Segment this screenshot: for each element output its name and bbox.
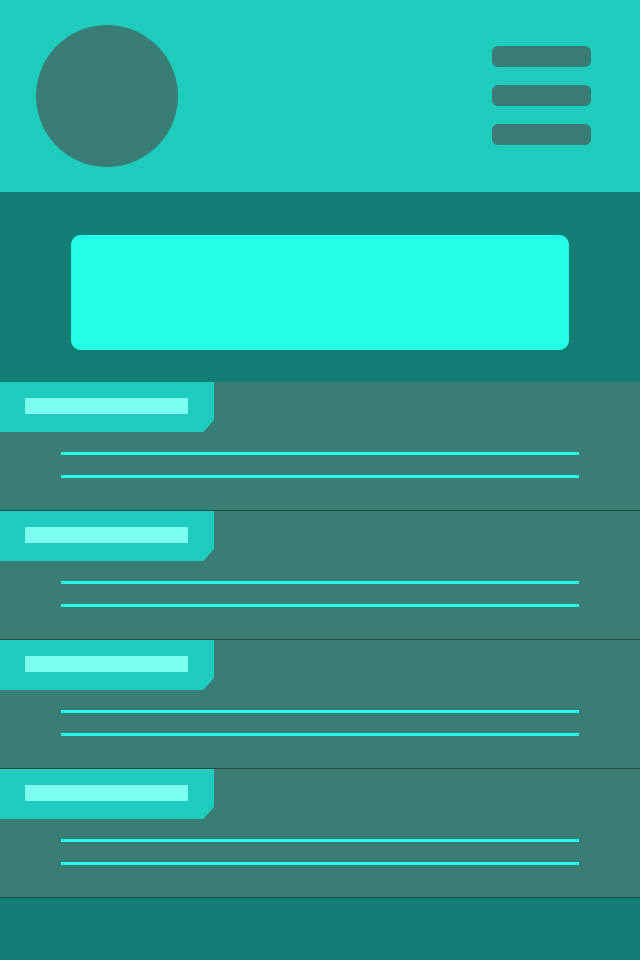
- menu-button[interactable]: [480, 34, 604, 158]
- list-item-title-placeholder: [25, 656, 188, 672]
- footer-bar: [0, 898, 640, 960]
- list-item-title-placeholder: [25, 527, 188, 543]
- app-header: [0, 0, 640, 192]
- list-item-text-line: [61, 839, 579, 842]
- list-item-tab: [0, 769, 214, 819]
- list-item[interactable]: [0, 382, 640, 511]
- list-item-text-line: [61, 710, 579, 713]
- avatar[interactable]: [36, 25, 178, 167]
- list-item-text-line: [61, 733, 579, 736]
- list-item-text-line: [61, 581, 579, 584]
- menu-bar-middle: [492, 85, 591, 106]
- menu-bar-bottom: [492, 124, 591, 145]
- list-item-tab: [0, 640, 214, 690]
- list-item-text-line: [61, 862, 579, 865]
- banner-card[interactable]: [71, 235, 569, 350]
- list-item[interactable]: [0, 511, 640, 640]
- list-item-tab: [0, 382, 214, 432]
- list-item-text-line: [61, 604, 579, 607]
- list-item-title-placeholder: [25, 398, 188, 414]
- banner-section: [0, 192, 640, 382]
- list-item-title-placeholder: [25, 785, 188, 801]
- list-item[interactable]: [0, 769, 640, 898]
- list-item[interactable]: [0, 640, 640, 769]
- menu-bar-top: [492, 46, 591, 67]
- list-item-text-line: [61, 452, 579, 455]
- list-item-text-line: [61, 475, 579, 478]
- list-item-tab: [0, 511, 214, 561]
